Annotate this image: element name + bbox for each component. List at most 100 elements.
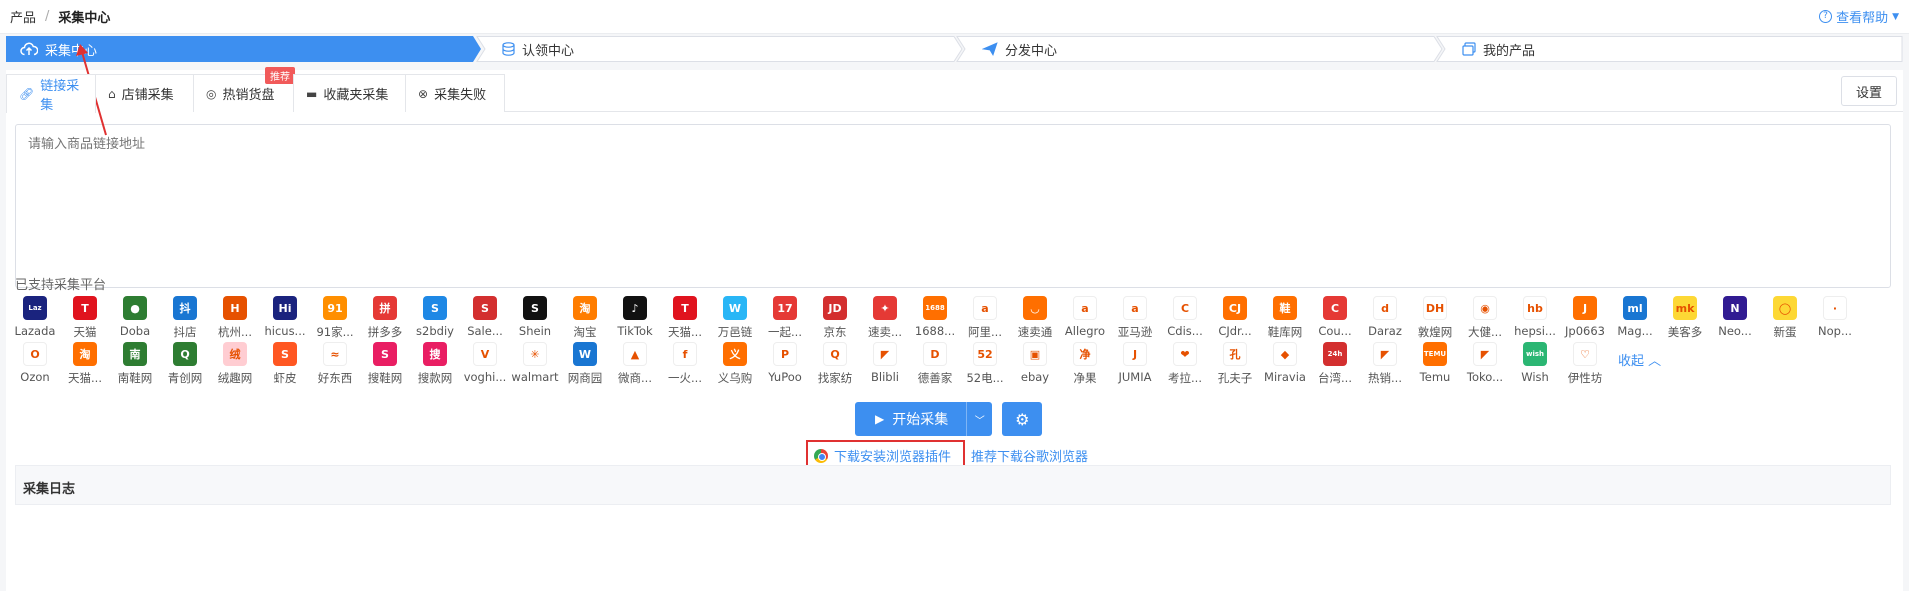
platform-item[interactable]: C Cdis... bbox=[1160, 296, 1210, 340]
platform-item[interactable]: ❤ 考拉... bbox=[1160, 342, 1210, 386]
platform-item[interactable]: S 搜鞋网 bbox=[360, 342, 410, 386]
platform-logo-icon: CJ bbox=[1223, 296, 1247, 320]
platform-item[interactable]: f 一火... bbox=[660, 342, 710, 386]
platform-item[interactable]: JD 京东 bbox=[810, 296, 860, 340]
platform-name: Daraz bbox=[1368, 324, 1402, 338]
platform-item[interactable]: a Allegro bbox=[1060, 296, 1110, 340]
collapse-platforms-button[interactable]: 收起 ︿ bbox=[1618, 350, 1661, 386]
step-my-products[interactable]: 我的产品 bbox=[1436, 36, 1903, 62]
platform-item[interactable]: ml Mag... bbox=[1610, 296, 1660, 340]
tab-hot-sales[interactable]: ◎ 热销货盘 推荐 bbox=[193, 67, 295, 112]
platform-logo-icon: JD bbox=[823, 296, 847, 320]
platform-item[interactable]: 淘天猫... bbox=[60, 342, 110, 386]
start-collect-dropdown[interactable]: ﹀ bbox=[966, 402, 993, 436]
platform-item[interactable]: C Cou... bbox=[1310, 296, 1360, 340]
platform-item[interactable]: T 天猫 bbox=[60, 296, 110, 340]
platform-item[interactable]: J Jp0663 bbox=[1560, 296, 1610, 340]
platform-item[interactable]: 义义乌购 bbox=[710, 342, 760, 386]
platform-item[interactable]: a 阿里... bbox=[960, 296, 1010, 340]
platform-logo-icon: ml bbox=[1623, 296, 1647, 320]
start-collect-button[interactable]: ▶ 开始采集 bbox=[855, 402, 967, 436]
platform-item[interactable]: 17 一起... bbox=[760, 296, 810, 340]
platform-item[interactable]: Ss2bdiy bbox=[410, 296, 460, 340]
step-distribute-center[interactable]: 分发中心 bbox=[956, 36, 1443, 62]
platform-item[interactable]: S Shein bbox=[510, 296, 560, 340]
platform-logo-icon: 24h bbox=[1323, 342, 1347, 366]
platform-name: 拼多多 bbox=[367, 325, 403, 339]
platform-item[interactable]: T 天猫... bbox=[660, 296, 710, 340]
tab-collect-failed[interactable]: ⊗ 采集失败 bbox=[405, 74, 505, 112]
platform-item[interactable]: 52 52电... bbox=[960, 342, 1010, 386]
platform-item[interactable]: Q 找家纺 bbox=[810, 342, 860, 386]
platform-item[interactable]: 绒绒趣网 bbox=[210, 342, 260, 386]
tab-shop-collect[interactable]: ⌂ 店铺采集 bbox=[95, 74, 194, 112]
platform-item[interactable]: CJ CJdr... bbox=[1210, 296, 1260, 340]
platform-item[interactable]: N Neo... bbox=[1710, 296, 1760, 340]
platform-item[interactable]: mk 美客多 bbox=[1660, 296, 1710, 340]
platform-item[interactable]: ≈ 好东西 bbox=[310, 342, 360, 386]
platform-item[interactable]: Vvoghi... bbox=[460, 342, 510, 386]
platform-item[interactable]: ◤ Blibli bbox=[860, 342, 910, 386]
platform-item[interactable]: ▲ 微商... bbox=[610, 342, 660, 386]
platform-item[interactable]: ♪ TikTok bbox=[610, 296, 660, 340]
collect-settings-button[interactable]: ⚙ bbox=[1002, 402, 1043, 436]
platform-item[interactable]: 拼拼多多 bbox=[360, 296, 410, 340]
platform-item[interactable]: Laz Lazada bbox=[10, 296, 60, 340]
platform-name: 91家... bbox=[316, 325, 354, 339]
settings-button[interactable]: 设置 bbox=[1840, 76, 1897, 106]
platform-item[interactable]: 1688 1688... bbox=[910, 296, 960, 340]
product-url-input[interactable] bbox=[15, 124, 1891, 288]
platform-name: 美客多 bbox=[1667, 325, 1703, 339]
platform-item[interactable]: wish Wish bbox=[1510, 342, 1560, 386]
platform-item[interactable]: ◯ 新蛋 bbox=[1760, 296, 1810, 340]
platform-item[interactable]: ● Doba bbox=[110, 296, 160, 340]
step-claim-center[interactable]: 认领中心 bbox=[476, 36, 963, 62]
platform-item[interactable]: ✳ walmart bbox=[510, 342, 560, 386]
tab-favorites-collect[interactable]: ▬ 收藏夹采集 bbox=[293, 74, 406, 112]
platform-item[interactable]: DH 敦煌网 bbox=[1410, 296, 1460, 340]
step-collect-center[interactable]: 采集中心 bbox=[6, 36, 481, 62]
platform-item[interactable]: ◤ Toko... bbox=[1460, 342, 1510, 386]
tab-link-collect[interactable]: 🔗︎ 链接采集 bbox=[6, 74, 96, 113]
platform-logo-icon: a bbox=[1123, 296, 1147, 320]
platform-item[interactable]: ◉ 大健... bbox=[1460, 296, 1510, 340]
platform-item[interactable]: 净净果 bbox=[1060, 342, 1110, 386]
platform-item[interactable]: Q 青创网 bbox=[160, 342, 210, 386]
platform-item[interactable]: ▣ ebay bbox=[1010, 342, 1060, 386]
platform-logo-icon: 搜 bbox=[423, 342, 447, 366]
platform-item[interactable]: Hi hicus... bbox=[260, 296, 310, 340]
platform-item[interactable]: 搜搜款网 bbox=[410, 342, 460, 386]
breadcrumb-root[interactable]: 产品 bbox=[10, 7, 36, 26]
platform-item[interactable]: D 德善家 bbox=[910, 342, 960, 386]
platform-name: Ozon bbox=[20, 370, 50, 384]
platform-item[interactable]: S 虾皮 bbox=[260, 342, 310, 386]
platform-item[interactable]: a 亚马逊 bbox=[1110, 296, 1160, 340]
platform-item[interactable]: S Sale... bbox=[460, 296, 510, 340]
platform-item[interactable]: 孔孔夫子 bbox=[1210, 342, 1260, 386]
platform-item[interactable]: 抖抖店 bbox=[160, 296, 210, 340]
platform-item[interactable]: ♡ 伊性坊 bbox=[1560, 342, 1610, 386]
platform-item[interactable]: TEMU Temu bbox=[1410, 342, 1460, 386]
platform-item[interactable]: H 杭州... bbox=[210, 296, 260, 340]
platform-item[interactable]: ✦ 速卖... bbox=[860, 296, 910, 340]
platform-item[interactable]: d Daraz bbox=[1360, 296, 1410, 340]
platform-item[interactable]: P YuPoo bbox=[760, 342, 810, 386]
platform-item[interactable]: J JUMIA bbox=[1110, 342, 1160, 386]
platform-logo-icon: T bbox=[73, 296, 97, 320]
platform-item[interactable]: 24h 台湾... bbox=[1310, 342, 1360, 386]
platform-item[interactable]: 淘淘宝 bbox=[560, 296, 610, 340]
platform-item[interactable]: O Ozon bbox=[10, 342, 60, 386]
platform-item[interactable]: ◡ 速卖通 bbox=[1010, 296, 1060, 340]
platform-item[interactable]: W 网商园 bbox=[560, 342, 610, 386]
platform-item[interactable]: 91 91家... bbox=[310, 296, 360, 340]
platform-item[interactable]: hb hepsi... bbox=[1510, 296, 1560, 340]
platform-item[interactable]: · Nop... bbox=[1810, 296, 1860, 340]
platform-logo-icon: S bbox=[423, 296, 447, 320]
platform-item[interactable]: 鞋鞋库网 bbox=[1260, 296, 1310, 340]
platform-item[interactable]: W 万邑链 bbox=[710, 296, 760, 340]
platform-item[interactable]: ◆ Miravia bbox=[1260, 342, 1310, 386]
help-link[interactable]: ? 查看帮助 ▼ bbox=[1819, 7, 1899, 26]
platform-item[interactable]: 南南鞋网 bbox=[110, 342, 160, 386]
download-chrome-link[interactable]: 推荐下载谷歌浏览器 bbox=[971, 446, 1088, 465]
platform-item[interactable]: ◤ 热销... bbox=[1360, 342, 1410, 386]
